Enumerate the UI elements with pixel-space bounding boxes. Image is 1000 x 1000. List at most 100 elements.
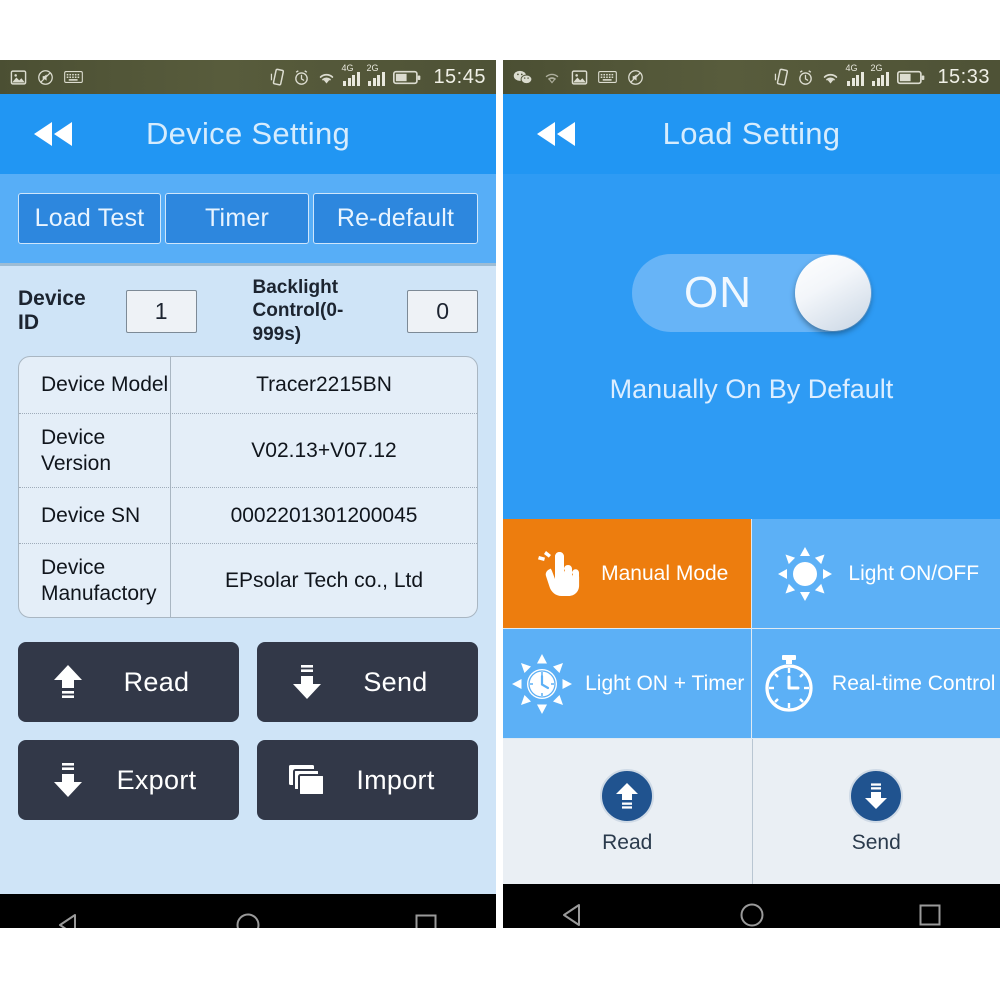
table-cell-value: Tracer2215BN <box>256 373 392 396</box>
device-id-input[interactable]: 1 <box>125 289 197 333</box>
mode-manual[interactable]: Manual Mode <box>503 519 752 629</box>
alarm-icon <box>797 69 814 86</box>
tab-timer[interactable]: Timer <box>165 193 309 244</box>
arrow-up-circle-icon <box>600 768 655 823</box>
table-cell-value: EPsolar Tech co., Ltd <box>224 568 424 592</box>
load-on-off-toggle[interactable]: ON <box>631 254 872 332</box>
status-bar-right-icons: 4G 2G 15:45 <box>270 63 486 89</box>
wechat-icon <box>513 69 533 85</box>
read-send-bar: Read Send <box>503 739 1000 884</box>
app-bar-load-setting: Load Setting <box>503 94 1000 174</box>
send-button-label: Send <box>363 666 428 697</box>
battery-icon <box>897 70 925 85</box>
android-nav-bar-left <box>0 894 496 928</box>
read-action-label: Read <box>602 830 653 854</box>
action-button-grid: Read Send Export Import <box>18 642 478 821</box>
tab-load-test[interactable]: Load Test <box>18 193 161 244</box>
toggle-knob[interactable] <box>794 255 871 331</box>
image-icon <box>10 69 27 86</box>
vibrate-icon <box>270 68 286 86</box>
table-cell-value: V02.13+V07.12 <box>251 438 397 462</box>
read-action[interactable]: Read <box>503 739 752 884</box>
no-sound-icon <box>37 69 54 86</box>
sun-clock-icon <box>509 653 575 715</box>
device-setting-body: Device ID 1 Backlight Control(0-999s) 0 … <box>0 266 496 894</box>
table-row: Device SN 0002201301200045 <box>19 487 477 544</box>
read-button-label: Read <box>123 666 190 697</box>
backlight-control-label: Backlight Control(0-999s) <box>253 276 390 346</box>
signal-4g-icon: 4G <box>341 63 361 86</box>
device-info-table: Device Model Tracer2215BN Device Version… <box>18 356 478 619</box>
arrow-down-icon <box>38 761 98 799</box>
export-button[interactable]: Export <box>18 740 239 821</box>
status-bar-clock: 15:33 <box>937 65 990 88</box>
send-button[interactable]: Send <box>257 642 478 723</box>
nav-back-icon[interactable] <box>56 911 84 928</box>
signal-2g-icon: 2G <box>366 63 386 86</box>
screenshot-root: 4G 2G 15:45 Device Setting Load Test Tim… <box>0 0 1000 1000</box>
backlight-control-input[interactable]: 0 <box>407 289 478 333</box>
wifi-icon <box>317 70 336 85</box>
wifi-icon <box>821 70 840 85</box>
mode-label: Light ON + Timer <box>585 671 745 695</box>
read-button[interactable]: Read <box>18 642 239 723</box>
table-row: Device Model Tracer2215BN <box>19 357 477 413</box>
copy-stack-icon <box>277 763 337 797</box>
android-nav-bar-right <box>503 884 1000 928</box>
tab-re-default[interactable]: Re-default <box>313 193 478 244</box>
nav-recents-icon[interactable] <box>916 901 944 928</box>
nav-home-icon[interactable] <box>234 911 262 928</box>
status-bar-left: 4G 2G 15:45 <box>0 60 496 94</box>
status-bar-left-icons <box>513 69 644 86</box>
mode-real-time-control[interactable]: Real-time Control <box>751 629 1000 739</box>
nav-home-icon[interactable] <box>738 901 766 928</box>
device-id-row: Device ID 1 Backlight Control(0-999s) 0 <box>18 266 478 356</box>
mode-light-on-timer[interactable]: Light ON + Timer <box>503 629 752 739</box>
mode-label: Real-time Control <box>832 671 996 695</box>
nav-back-icon[interactable] <box>560 901 588 928</box>
table-cell-key: Device Version <box>19 414 171 488</box>
status-bar-clock: 15:45 <box>433 65 486 88</box>
toggle-caption: Manually On By Default <box>609 374 894 404</box>
status-bar-right-icons: 4G 2G 15:33 <box>774 63 990 89</box>
phone-screen-load-setting: 4G 2G 15:33 Load Setting ON Manually On … <box>503 60 1000 928</box>
send-action-label: Send <box>851 830 901 854</box>
status-bar-right: 4G 2G 15:33 <box>503 60 1000 94</box>
wifi-off-icon <box>543 70 561 84</box>
mode-grid: Manual Mode Light ON/OFF Light ON + Time… <box>503 519 1000 739</box>
mode-light-on-off[interactable]: Light ON/OFF <box>751 519 1000 629</box>
arrow-down-circle-icon <box>849 768 904 823</box>
keyboard-icon <box>598 70 617 84</box>
load-toggle-section: ON Manually On By Default <box>503 174 1000 519</box>
import-button-label: Import <box>356 764 435 795</box>
vibrate-icon <box>774 68 790 86</box>
export-button-label: Export <box>116 764 197 795</box>
table-cell-value: 0002201301200045 <box>230 503 418 527</box>
arrow-up-icon <box>38 663 98 701</box>
table-row: Device Version V02.13+V07.12 <box>19 413 477 488</box>
battery-icon <box>393 70 421 85</box>
keyboard-icon <box>64 70 83 84</box>
import-button[interactable]: Import <box>257 740 478 821</box>
back-icon[interactable] <box>533 119 579 149</box>
table-cell-key: Device SN <box>19 488 171 544</box>
alarm-icon <box>293 69 310 86</box>
hand-tap-icon <box>525 543 591 605</box>
table-cell-key: Device Model <box>19 357 171 413</box>
phone-screen-device-setting: 4G 2G 15:45 Device Setting Load Test Tim… <box>0 60 496 928</box>
toggle-state-label: ON <box>684 268 752 317</box>
stopwatch-icon <box>756 653 822 715</box>
mode-label: Light ON/OFF <box>848 561 980 585</box>
backlight-label-line1: Backlight <box>252 277 339 299</box>
app-bar-device-setting: Device Setting <box>0 94 496 174</box>
status-bar-left-icons <box>10 69 83 86</box>
device-id-label: Device ID <box>18 287 86 334</box>
arrow-down-icon <box>277 663 337 701</box>
send-action[interactable]: Send <box>751 739 1000 884</box>
nav-recents-icon[interactable] <box>412 911 440 928</box>
backlight-label-line2: Control(0-999s) <box>252 300 344 345</box>
back-icon[interactable] <box>30 119 76 149</box>
signal-2g-icon: 2G <box>870 63 890 86</box>
no-sound-icon <box>627 69 644 86</box>
tab-strip: Load Test Timer Re-default <box>0 174 496 266</box>
